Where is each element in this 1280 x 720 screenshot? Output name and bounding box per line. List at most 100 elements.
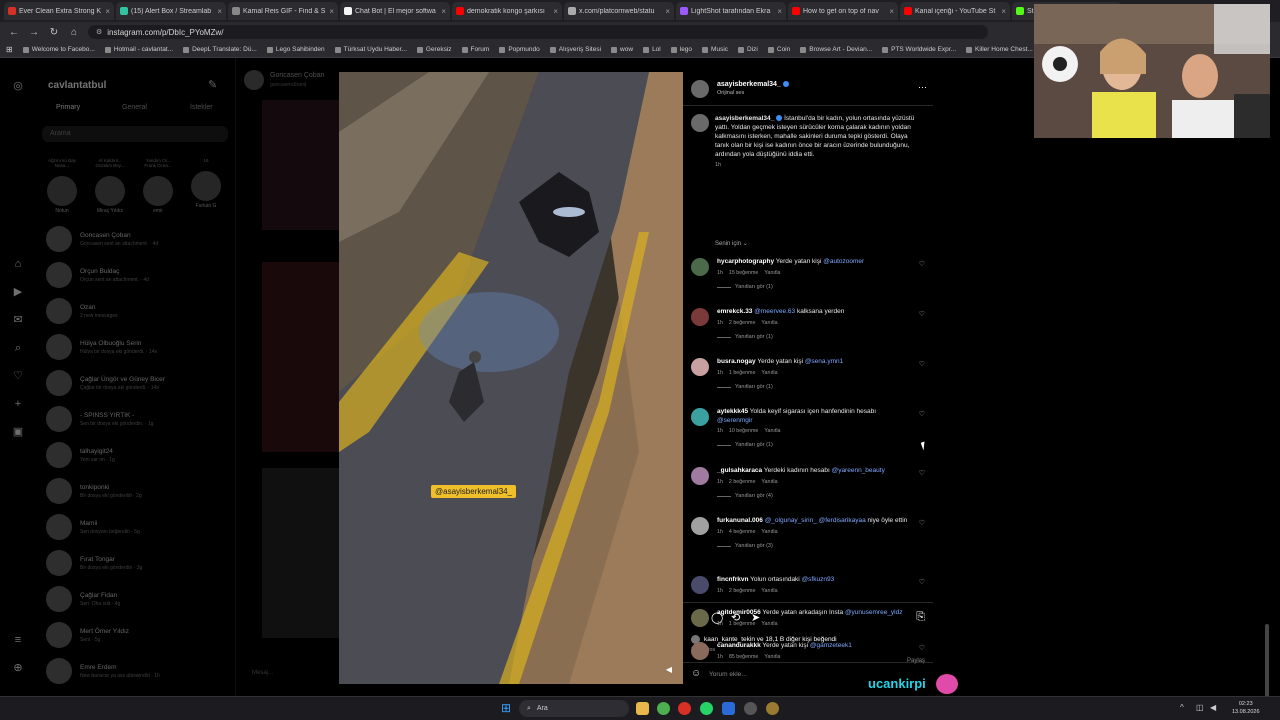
view-replies-button[interactable]: Yanıtları gör (3) [717, 543, 927, 549]
reply-button[interactable]: Yanıtla [764, 654, 780, 660]
browser-tab[interactable]: LightShot tarafından Ekra × [676, 2, 786, 20]
author-username[interactable]: asayisberkemal34_ [717, 81, 781, 88]
comment-like-icon[interactable]: ♡ [919, 644, 925, 652]
commenter-username[interactable]: aytekkk45 [717, 408, 748, 415]
close-icon[interactable]: × [1001, 7, 1006, 16]
commenter-username[interactable]: fincnfrkvn [717, 576, 748, 583]
close-icon[interactable]: × [217, 7, 222, 16]
comment-like-icon[interactable]: ♡ [919, 360, 925, 368]
messages-nav-icon[interactable]: ✉ [12, 314, 24, 326]
comment-likes[interactable]: 2 beğenme [729, 479, 756, 485]
message-input[interactable]: Mesaj... [252, 670, 273, 676]
story-item[interactable]: Af Kaldırıl... Güzelim Bey... Miraç Yıldı… [94, 158, 126, 214]
bookmark-item[interactable]: Popmundo [499, 46, 540, 53]
menu-nav-icon[interactable]: ≡ [12, 634, 24, 646]
caption-avatar[interactable] [691, 114, 709, 132]
author-avatar[interactable] [691, 79, 709, 98]
reply-button[interactable]: Yanıtla [764, 270, 780, 276]
story-item[interactable]: Ağzını ko Bay Nasa... Notun [46, 158, 78, 214]
comment-like-icon[interactable]: ♡ [919, 310, 925, 318]
conversation-item[interactable]: - SPINSS YIRTIK - Sen bir dosya eki gönde… [46, 404, 231, 434]
tab-primary[interactable]: Primary [56, 104, 80, 111]
commenter-username[interactable]: canandurakkk [717, 642, 761, 649]
bookmark-item[interactable]: lego [670, 46, 692, 53]
more-options-icon[interactable]: ⋯ [918, 82, 927, 93]
commenter-username[interactable]: busra.nogay [717, 358, 756, 365]
forward-icon[interactable]: → [28, 27, 40, 38]
view-replies-button[interactable]: Yanıtları gör (1) [717, 334, 927, 340]
commenter-avatar[interactable] [691, 576, 709, 594]
new-message-icon[interactable]: ✎ [208, 78, 217, 91]
view-replies-button[interactable]: Yanıtları gör (4) [717, 493, 927, 499]
reply-button[interactable]: Yanıtla [761, 370, 777, 376]
bookmark-item[interactable]: Music [702, 46, 728, 53]
close-icon[interactable]: × [441, 7, 446, 16]
conversation-item[interactable]: Goncasen Çoban Goncasen sent an attachmen… [46, 224, 231, 254]
notifications-nav-icon[interactable]: ♡ [12, 370, 24, 382]
whatsapp-icon[interactable] [700, 702, 713, 715]
conversation-item[interactable]: Mamii Sen dosyanı beğendin · 5g [46, 512, 231, 542]
dashboard-nav-icon[interactable]: ▣ [12, 426, 24, 438]
commenter-avatar[interactable] [691, 358, 709, 376]
comment-mention[interactable]: @autozoomer [823, 258, 864, 265]
bookmark-item[interactable]: Forum [461, 46, 489, 53]
comment-sort-dropdown[interactable]: Senin için ⌄ [715, 240, 748, 247]
site-info-icon[interactable]: ⚙ [96, 28, 102, 36]
comment-mention[interactable]: @meervee.63 [754, 308, 795, 315]
reload-icon[interactable]: ↻ [48, 27, 60, 38]
taskbar-search[interactable]: ⌕ Ara [519, 700, 629, 717]
url-field[interactable]: ⚙ instagram.com/p/DbIc_PYoMZw/ [88, 25, 988, 39]
conversation-item[interactable]: Çağlar Üngör ve Güney Bicer Çağlar bir do… [46, 368, 231, 398]
comment-likes[interactable]: 1 beğenme [729, 370, 756, 376]
view-replies-button[interactable]: Yanıtları gör (1) [717, 284, 927, 290]
conversation-item[interactable]: Emre Erdem New banxcar ya ass abiswindid … [46, 656, 231, 686]
bookmark-item[interactable]: Dizi [738, 46, 758, 53]
comment-likes[interactable]: 10 beğenme [729, 428, 758, 434]
create-nav-icon[interactable]: + [12, 398, 24, 410]
conversation-item[interactable]: tonkiponki Bir dosya eki gönderildi · 2g [46, 476, 231, 506]
more-nav-icon[interactable]: ⊕ [12, 662, 24, 674]
bookmark-item[interactable]: Welcome to Facebo... [22, 46, 95, 53]
comment-mention[interactable]: @sena.ymn1 [805, 358, 843, 365]
windows-start-icon[interactable]: ⊞ [501, 702, 514, 715]
instagram-logo-icon[interactable]: ◎ [12, 80, 24, 92]
inbox-search-input[interactable]: Arama [42, 126, 228, 142]
browser-tab[interactable]: (15) Alert Box / Streamlab × [116, 2, 226, 20]
view-replies-button[interactable]: Yanıtları gör (1) [717, 384, 927, 390]
conversation-item[interactable]: Ozan 2 new messages [46, 296, 231, 326]
conversation-item[interactable]: Çağlar Fidan Sen: Oha süit · 4g [46, 584, 231, 614]
comment-likes[interactable]: 15 beğenme [729, 270, 758, 276]
tray-expand-icon[interactable]: ^ [1180, 703, 1184, 712]
comment-likes[interactable]: 1 beğenme [729, 621, 756, 627]
bookmark-item[interactable]: Türksat Uydu Haber... [334, 46, 407, 53]
close-icon[interactable]: × [329, 7, 334, 16]
reply-button[interactable]: Yanıtla [761, 320, 777, 326]
comment-mention[interactable]: @_olgunay_sirin_ @ferdisarikayaa [765, 517, 866, 524]
commenter-username[interactable]: _gulsahkaraca [717, 467, 762, 474]
bookmark-item[interactable]: Lego Sahibinden [266, 46, 325, 53]
conversation-item[interactable]: Hülya Olbuoğlu Serin Hülya bir dosya eki … [46, 332, 231, 362]
reels-nav-icon[interactable]: ▶ [12, 286, 24, 298]
story-item[interactable]: Yandım Ol... Frank Ocea... emir [142, 158, 174, 214]
conversation-item[interactable]: Orçun Buldaç Orçun sent an attachment. · … [46, 260, 231, 290]
inbox-username[interactable]: cavlantatbul [48, 80, 106, 91]
chrome-icon[interactable] [657, 702, 670, 715]
comment-mention[interactable]: @yareenn_beauty [832, 467, 885, 474]
mute-icon[interactable]: ◀ [663, 664, 675, 676]
caption-username[interactable]: asayisberkemal34_ [715, 115, 774, 122]
tab-general[interactable]: General [122, 104, 147, 111]
browser-tab[interactable]: x.com/platcornweb/statu × [564, 2, 674, 20]
app-icon[interactable] [722, 702, 735, 715]
reply-button[interactable]: Yanıtla [761, 621, 777, 627]
reply-button[interactable]: Yanıtla [761, 529, 777, 535]
comment-like-icon[interactable]: ♡ [919, 410, 925, 418]
reply-button[interactable]: Yanıtla [761, 479, 777, 485]
close-icon[interactable]: × [665, 7, 670, 16]
comment-likes[interactable]: 2 beğenme [729, 588, 756, 594]
bookmark-item[interactable]: wow [611, 46, 633, 53]
back-icon[interactable]: ← [8, 27, 20, 38]
close-icon[interactable]: × [777, 7, 782, 16]
comment-input[interactable] [709, 667, 889, 681]
comment-mention[interactable]: @serenmgir [717, 417, 753, 424]
browser-tab[interactable]: Kamal Reis GIF - Find & S × [228, 2, 338, 20]
